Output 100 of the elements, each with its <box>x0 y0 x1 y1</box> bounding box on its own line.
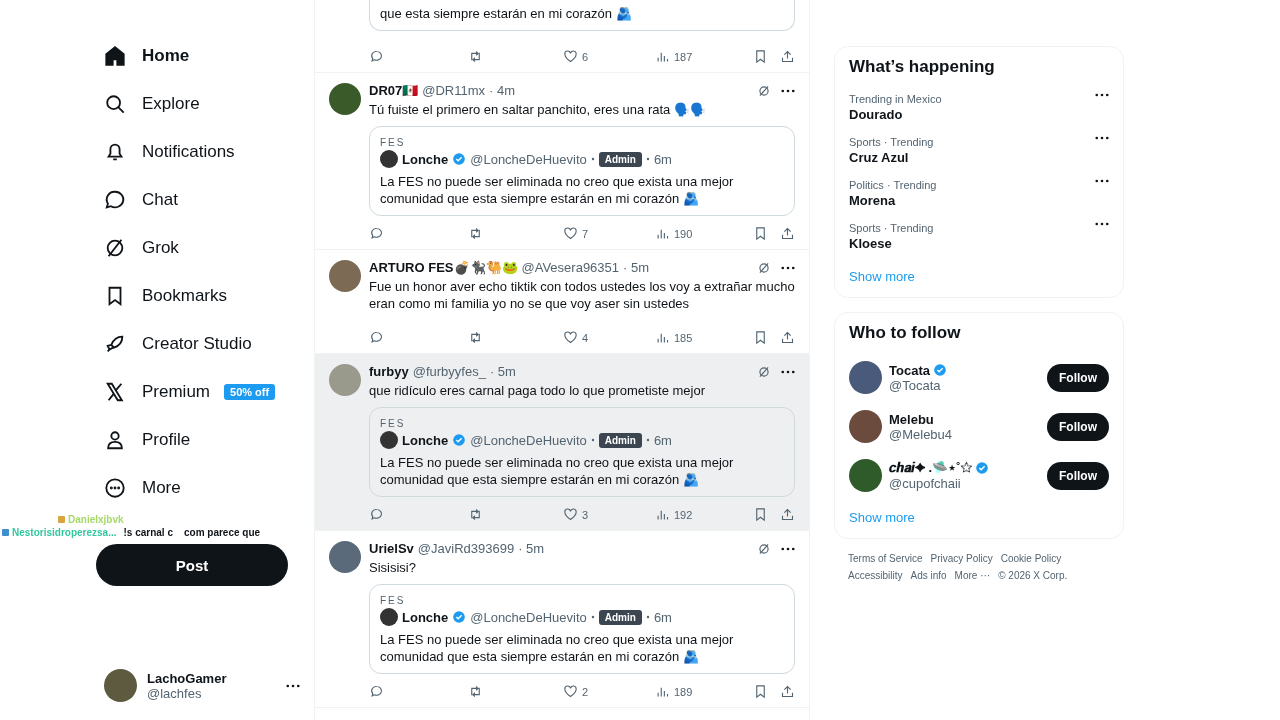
reply-icon[interactable] <box>369 330 384 345</box>
follow-button[interactable]: Follow <box>1047 363 1109 392</box>
bookmark-icon[interactable] <box>753 330 768 345</box>
like-button[interactable]: 4 <box>563 330 655 345</box>
post-text: Tú fuiste el primero en saltar panchito, eres una rata 🗣🗣 <box>369 101 707 118</box>
account-name: Melebu <box>889 411 934 427</box>
bookmark-icon[interactable] <box>753 507 768 522</box>
grok-icon[interactable] <box>757 541 771 556</box>
nav-link[interactable]: Explore <box>104 82 208 126</box>
x-logo-icon <box>104 381 126 403</box>
nav-link[interactable]: Bookmarks <box>104 274 236 318</box>
footer-link[interactable]: Privacy Policy <box>930 553 993 564</box>
post-card[interactable] <box>315 354 809 531</box>
reply-icon[interactable] <box>369 49 384 64</box>
quote-card[interactable]: que esta siempre estarán en mi corazón 🫂 <box>369 0 795 31</box>
more-icon[interactable] <box>1095 179 1109 183</box>
more-icon[interactable] <box>1095 222 1109 226</box>
footer-link[interactable]: More ··· <box>954 570 991 581</box>
reply-icon[interactable] <box>369 507 384 522</box>
verified-icon <box>452 152 467 166</box>
trend-item[interactable]: Sports · Trending Kloese <box>849 216 1109 259</box>
more-icon[interactable] <box>781 265 795 270</box>
share-icon[interactable] <box>780 226 795 241</box>
nav-link[interactable]: Notifications <box>104 130 243 174</box>
footer-link[interactable]: Accessibility <box>848 570 903 581</box>
share-icon[interactable] <box>780 330 795 345</box>
views-button[interactable]: 187 <box>655 49 747 64</box>
account-handle: @Tocata <box>889 377 942 393</box>
trend-item[interactable]: Politics · Trending Morena <box>849 173 1109 216</box>
nav-link[interactable]: Profile <box>104 418 199 462</box>
grok-icon[interactable] <box>757 260 771 275</box>
repost-icon[interactable] <box>468 330 483 345</box>
grok-icon[interactable] <box>757 364 771 379</box>
account-switcher[interactable]: LachoGamer @lachfes <box>104 669 300 702</box>
bookmark-icon[interactable] <box>753 684 768 699</box>
like-button[interactable]: 2 <box>563 684 655 699</box>
repost-icon[interactable] <box>468 49 483 64</box>
like-button[interactable]: 7 <box>563 226 655 241</box>
follow-button[interactable]: Follow <box>1047 412 1109 441</box>
views-button[interactable]: 185 <box>655 330 747 345</box>
verified-icon <box>974 461 989 475</box>
post-time: · 5m <box>623 260 650 275</box>
quote-text: La FES no puede ser eliminada no creo que exista una mejor comunidad que esta siempre estarán en mi corazón 🫂 <box>380 173 735 207</box>
more-icon[interactable] <box>286 683 300 688</box>
repost-icon[interactable] <box>468 507 483 522</box>
verified-icon <box>452 610 467 624</box>
trend-context: Sports · Trending <box>849 136 934 148</box>
heart-icon <box>563 507 578 522</box>
share-icon[interactable] <box>780 684 795 699</box>
rocket-icon <box>104 333 126 355</box>
nav-link[interactable]: More <box>104 466 189 510</box>
reply-icon[interactable] <box>369 226 384 241</box>
quote-card[interactable]: FES Lonche @LoncheDeHuevito Admin 6m La FES no puede ser eliminada no creo que exista una mejor comunidad que esta siempre estarán en mi corazón 🫂 <box>369 584 795 674</box>
heart-icon <box>563 330 578 345</box>
more-icon[interactable] <box>1095 136 1109 140</box>
quote-card[interactable]: FES Lonche @LoncheDeHuevito Admin 6m La FES no puede ser eliminada no creo que exista una mejor comunidad que esta siempre estarán en mi corazón 🫂 <box>369 407 795 497</box>
repost-icon[interactable] <box>468 226 483 241</box>
post-button[interactable]: Post <box>96 544 288 586</box>
account-name: Tocata <box>889 362 930 378</box>
nav-link[interactable]: Creator Studio <box>104 322 260 366</box>
bookmark-icon[interactable] <box>753 49 768 64</box>
bookmark-icon[interactable] <box>753 226 768 241</box>
trend-item[interactable]: Trending in Mexico Dourado <box>849 87 1109 130</box>
trend-topic: Dourado <box>849 107 904 122</box>
footer-link[interactable]: Cookie Policy <box>1000 553 1062 564</box>
reply-icon[interactable] <box>369 684 384 699</box>
author-handle: @LoncheDeHuevito <box>470 432 587 448</box>
views-button[interactable]: 190 <box>655 226 747 241</box>
share-icon[interactable] <box>780 49 795 64</box>
grok-icon[interactable] <box>757 83 771 98</box>
footer-link[interactable]: Ads info <box>910 570 947 581</box>
footer-link[interactable]: Terms of Service <box>848 553 923 564</box>
post-time: · 4m <box>489 83 516 98</box>
views-button[interactable]: 192 <box>655 507 747 522</box>
nav-link[interactable]: Chat <box>104 178 186 222</box>
more-icon[interactable] <box>1095 93 1109 97</box>
chat-message: com parece que <box>183 527 261 538</box>
post-card[interactable]: UrielSv @JaviRd393699 · 5m Sisisisi? FES Lonche @LoncheDeHuevito Admin 6m La FES no puede ser eliminada no creo que exista una mejor comunidad que esta siempre estarán en mi corazón 🫂 2 189 <box>315 531 809 708</box>
chat-bubble-icon <box>104 189 126 211</box>
nav-link[interactable]: Home <box>104 34 198 78</box>
follow-button[interactable]: Follow <box>1047 461 1109 490</box>
nav-link[interactable]: Premium 50% off <box>104 370 284 414</box>
more-icon[interactable] <box>781 369 795 374</box>
share-icon[interactable] <box>780 507 795 522</box>
avatar <box>380 608 398 626</box>
quote-card[interactable]: FES Lonche @LoncheDeHuevito Admin 6m La FES no puede ser eliminada no creo que exista una mejor comunidad que esta siempre estarán en mi corazón 🫂 <box>369 126 795 216</box>
author-name: Lonche <box>402 609 449 625</box>
verified-icon <box>932 363 947 377</box>
trend-item[interactable]: Sports · Trending Cruz Azul <box>849 130 1109 173</box>
like-button[interactable]: 6 <box>563 49 655 64</box>
footer-link[interactable]: © 2026 X Corp. <box>998 570 1068 581</box>
more-icon[interactable] <box>781 546 795 551</box>
author-handle: @LoncheDeHuevito <box>470 151 587 167</box>
repost-icon[interactable] <box>468 684 483 699</box>
heart-icon <box>563 226 578 241</box>
like-button[interactable]: 3 <box>563 507 655 522</box>
more-icon[interactable] <box>781 88 795 93</box>
views-button[interactable]: 189 <box>655 684 747 699</box>
nav-link[interactable]: Grok <box>104 226 187 270</box>
account-handle: @Melebu4 <box>889 426 953 442</box>
